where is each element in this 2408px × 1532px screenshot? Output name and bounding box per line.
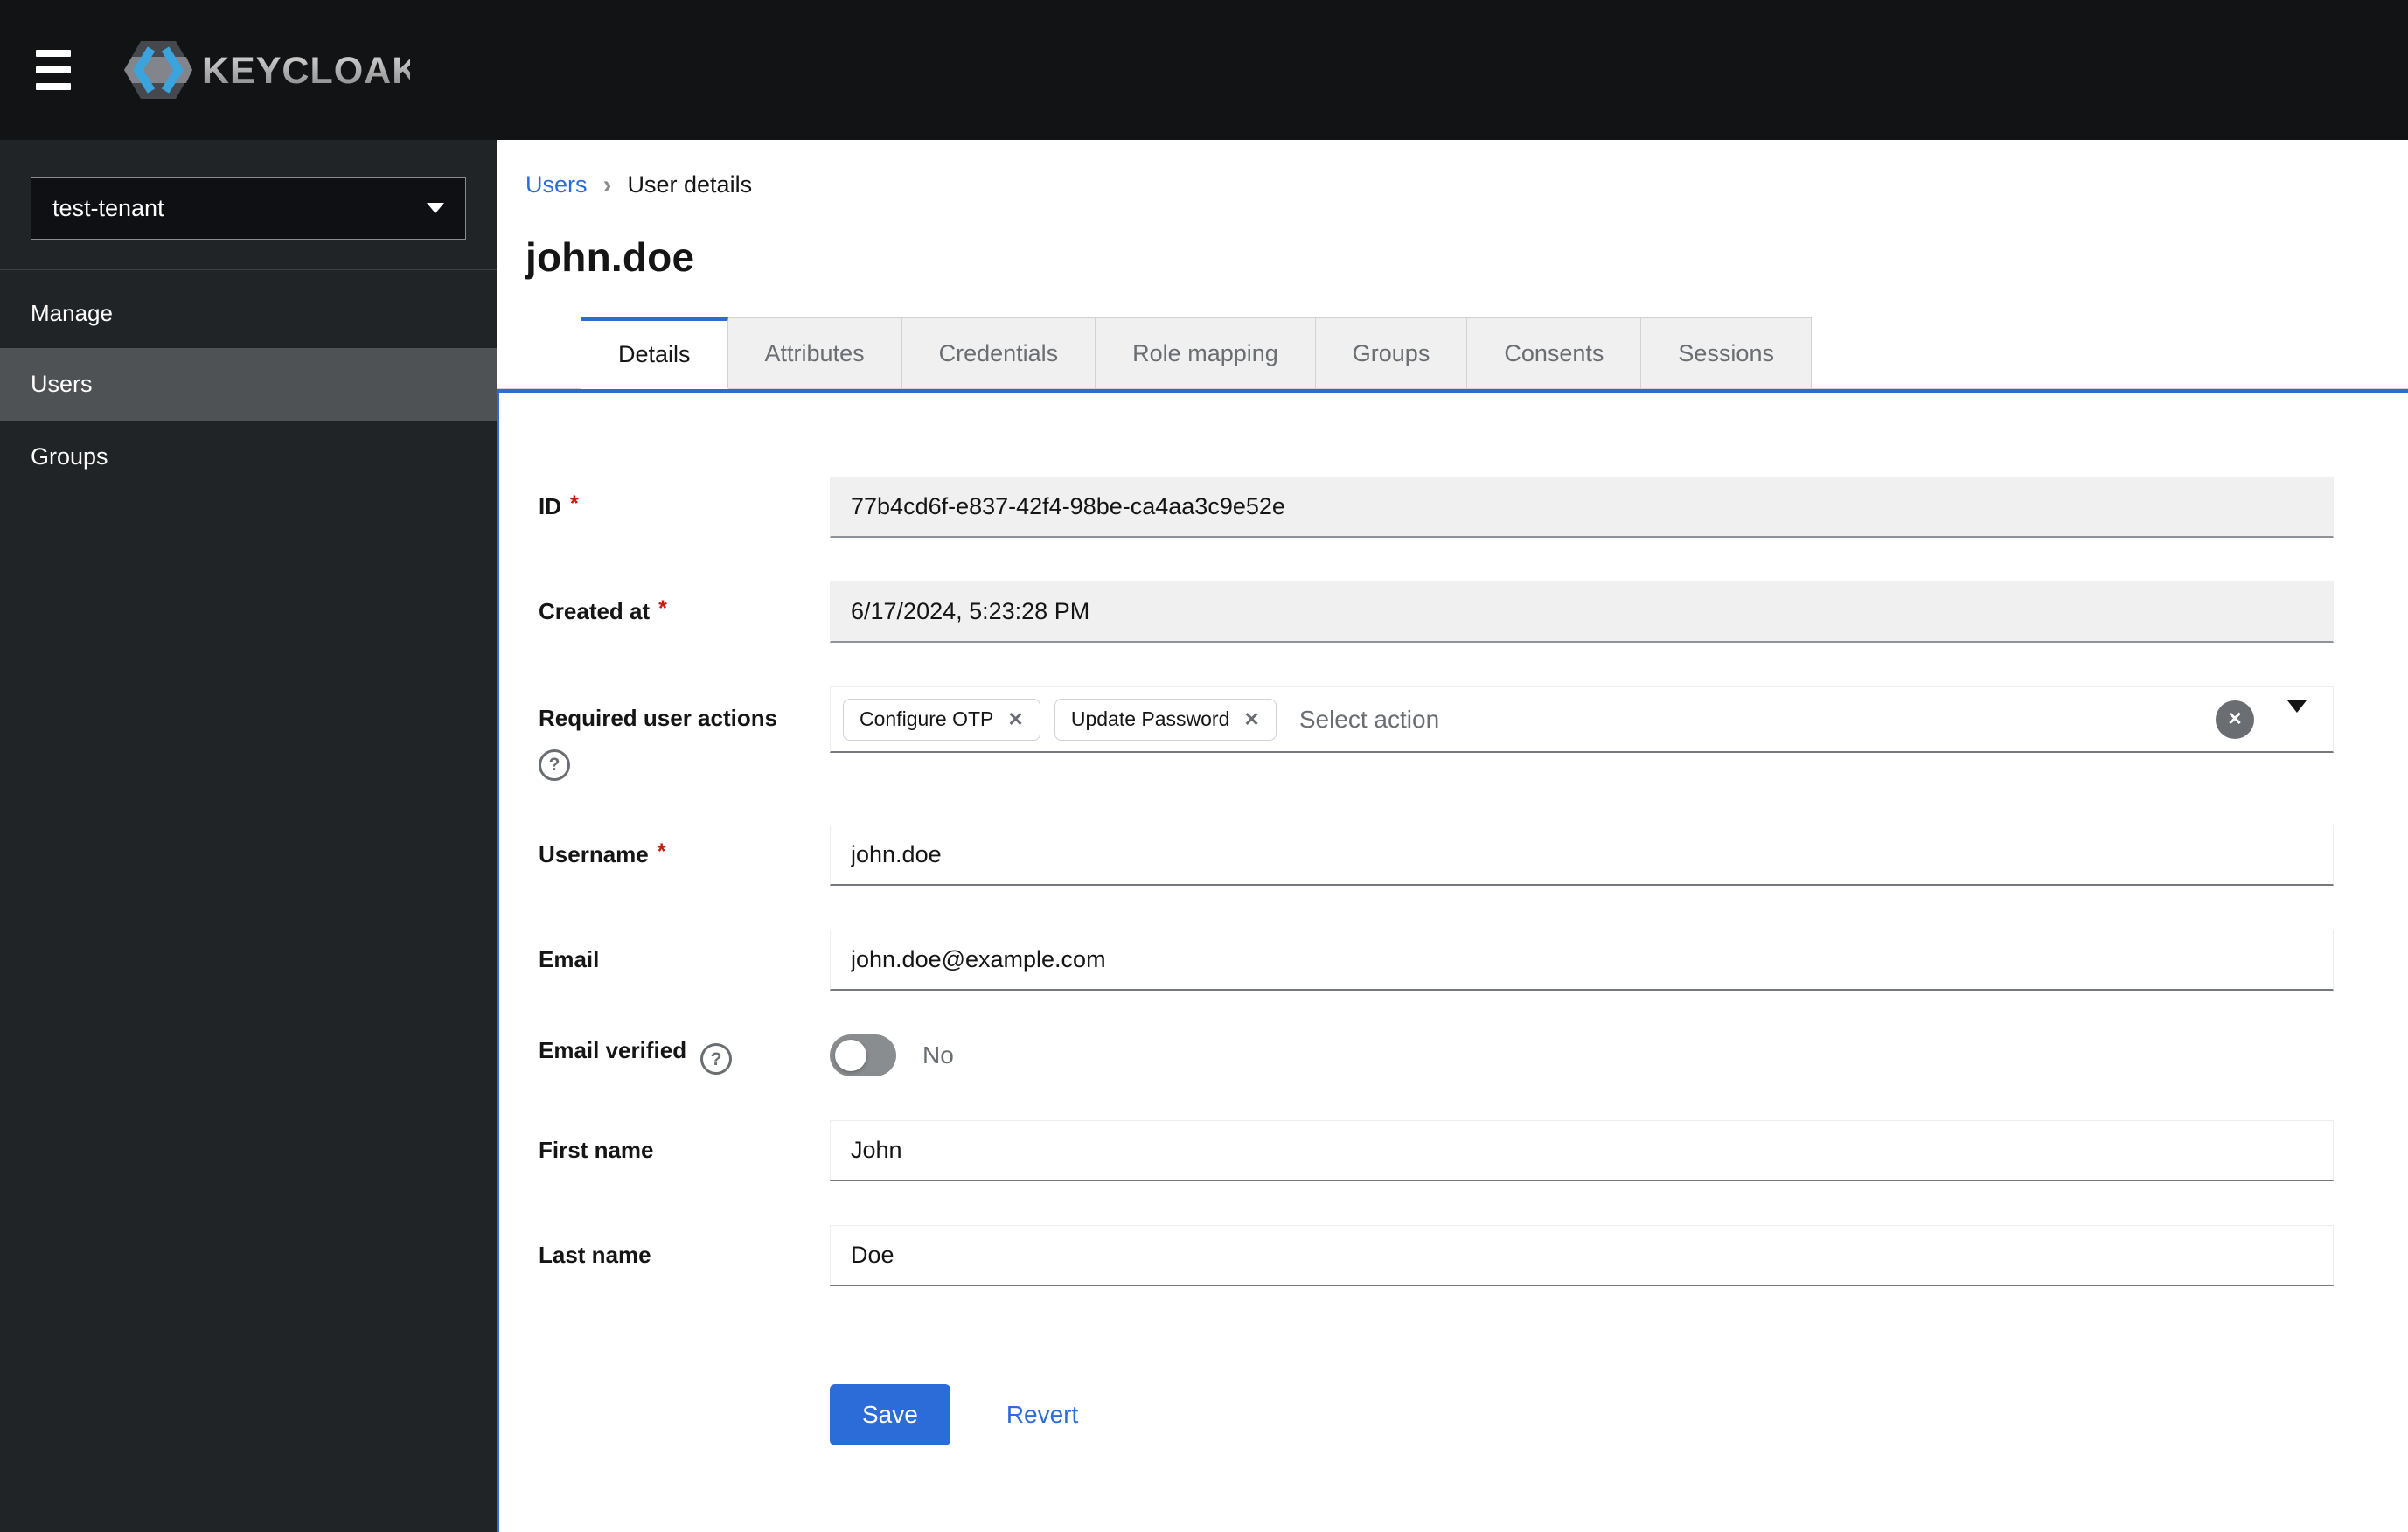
id-label: ID — [539, 493, 561, 520]
form-row-required-actions: Required user actions ? Configure OTP ✕ … — [539, 686, 2334, 781]
form-row-created-at: Created at * — [539, 581, 2334, 643]
id-label-cell: ID * — [539, 491, 830, 522]
chip-update-password: Update Password ✕ — [1054, 698, 1277, 741]
created-at-label: Created at — [539, 598, 651, 625]
masthead: KEYCLOAK — [0, 0, 2408, 140]
keycloak-admin-console: KEYCLOAK test-tenant Manage Users Groups… — [0, 0, 2408, 1532]
sidebar-item-groups[interactable]: Groups — [0, 421, 497, 493]
sidebar-nav: Manage Users Groups — [0, 270, 497, 493]
breadcrumb: Users › User details — [525, 171, 2408, 198]
first-name-input[interactable] — [830, 1119, 2334, 1181]
caret-down-icon — [2287, 700, 2307, 726]
save-button[interactable]: Save — [830, 1383, 950, 1445]
brand-text: KEYCLOAK — [202, 50, 410, 92]
username-label-cell: Username * — [539, 839, 830, 870]
last-name-label: Last name — [539, 1241, 651, 1268]
first-name-label-cell: First name — [539, 1136, 830, 1166]
last-name-label-cell: Last name — [539, 1241, 830, 1271]
form-row-id: ID * — [539, 477, 2334, 538]
help-icon[interactable]: ? — [539, 749, 570, 781]
nav-section-manage: Manage — [31, 300, 113, 326]
realm-selector[interactable]: test-tenant — [31, 177, 466, 240]
toggle-state-label: No — [922, 1041, 954, 1069]
form-row-username: Username * — [539, 824, 2334, 886]
chip-label: Update Password — [1070, 707, 1230, 730]
tab-consents[interactable]: Consents — [1467, 317, 1642, 389]
email-verified-label-cell: Email verified? — [539, 1036, 830, 1076]
last-name-input[interactable] — [830, 1224, 2334, 1286]
chevron-right-icon: › — [602, 170, 612, 199]
email-label: Email — [539, 945, 600, 972]
select-placeholder: Select action — [1298, 705, 1440, 733]
tab-attributes[interactable]: Attributes — [727, 317, 902, 389]
help-icon[interactable]: ? — [700, 1043, 733, 1076]
required-indicator: * — [570, 491, 579, 517]
revert-button[interactable]: Revert — [1006, 1401, 1078, 1429]
required-actions-select[interactable]: Configure OTP ✕ Update Password ✕ Select… — [830, 686, 2334, 753]
form-row-email-verified: Email verified? No — [539, 1034, 2334, 1076]
email-input[interactable] — [830, 929, 2334, 991]
required-indicator: * — [657, 839, 666, 864]
clear-selections-button[interactable]: ✕ — [2216, 700, 2254, 739]
form-actions: Save Revert — [539, 1383, 2334, 1445]
hamburger-icon — [36, 50, 71, 90]
email-label-cell: Email — [539, 945, 830, 975]
required-actions-label: Required user actions — [539, 705, 778, 731]
remove-configure-otp-button[interactable]: ✕ — [1007, 709, 1023, 729]
select-toggle-button[interactable] — [2282, 700, 2312, 731]
first-name-label: First name — [539, 1136, 654, 1163]
created-at-input[interactable] — [830, 581, 2334, 643]
username-input[interactable] — [830, 824, 2334, 886]
page-title: john.doe — [525, 234, 695, 280]
chip-label: Configure OTP — [860, 707, 994, 730]
form-row-last-name: Last name — [539, 1224, 2334, 1286]
caret-down-icon — [427, 203, 444, 213]
chip-configure-otp: Configure OTP ✕ — [843, 698, 1040, 741]
tab-role-mapping[interactable]: Role mapping — [1096, 317, 1316, 389]
form-row-email: Email — [539, 929, 2334, 991]
keycloak-logo-image: KEYCLOAK — [124, 41, 410, 99]
toggle-knob — [835, 1039, 866, 1071]
clear-icon: ✕ — [2227, 709, 2243, 729]
created-at-label-cell: Created at * — [539, 596, 830, 627]
required-indicator: * — [658, 596, 667, 622]
sidebar: test-tenant Manage Users Groups — [0, 140, 497, 1532]
username-label: Username — [539, 840, 649, 867]
breadcrumb-current: User details — [627, 171, 753, 198]
details-panel: ID* Created at* Required — [497, 389, 2408, 1532]
tab-bar: Details Attributes Credentials Role mapp… — [497, 317, 2408, 389]
tab-credentials[interactable]: Credentials — [901, 317, 1096, 389]
id-input[interactable] — [830, 477, 2334, 538]
email-verified-label: Email verified — [539, 1036, 687, 1063]
tab-sessions[interactable]: Sessions — [1641, 317, 1812, 389]
main-content: Users › User details john.doe Details At… — [497, 140, 2408, 1532]
realm-selector-area: test-tenant — [0, 140, 497, 270]
sidebar-item-users[interactable]: Users — [0, 348, 497, 421]
required-actions-label-cell: Required user actions ? — [539, 686, 830, 781]
tab-details[interactable]: Details — [581, 317, 728, 389]
form-row-first-name: First name — [539, 1119, 2334, 1181]
keycloak-logo: KEYCLOAK — [122, 33, 410, 107]
breadcrumb-users-link[interactable]: Users — [525, 171, 588, 198]
realm-name: test-tenant — [52, 194, 164, 221]
tab-groups[interactable]: Groups — [1315, 317, 1468, 389]
email-verified-toggle[interactable] — [830, 1034, 896, 1076]
nav-toggle-button[interactable] — [31, 45, 76, 95]
remove-update-password-button[interactable]: ✕ — [1243, 709, 1259, 729]
